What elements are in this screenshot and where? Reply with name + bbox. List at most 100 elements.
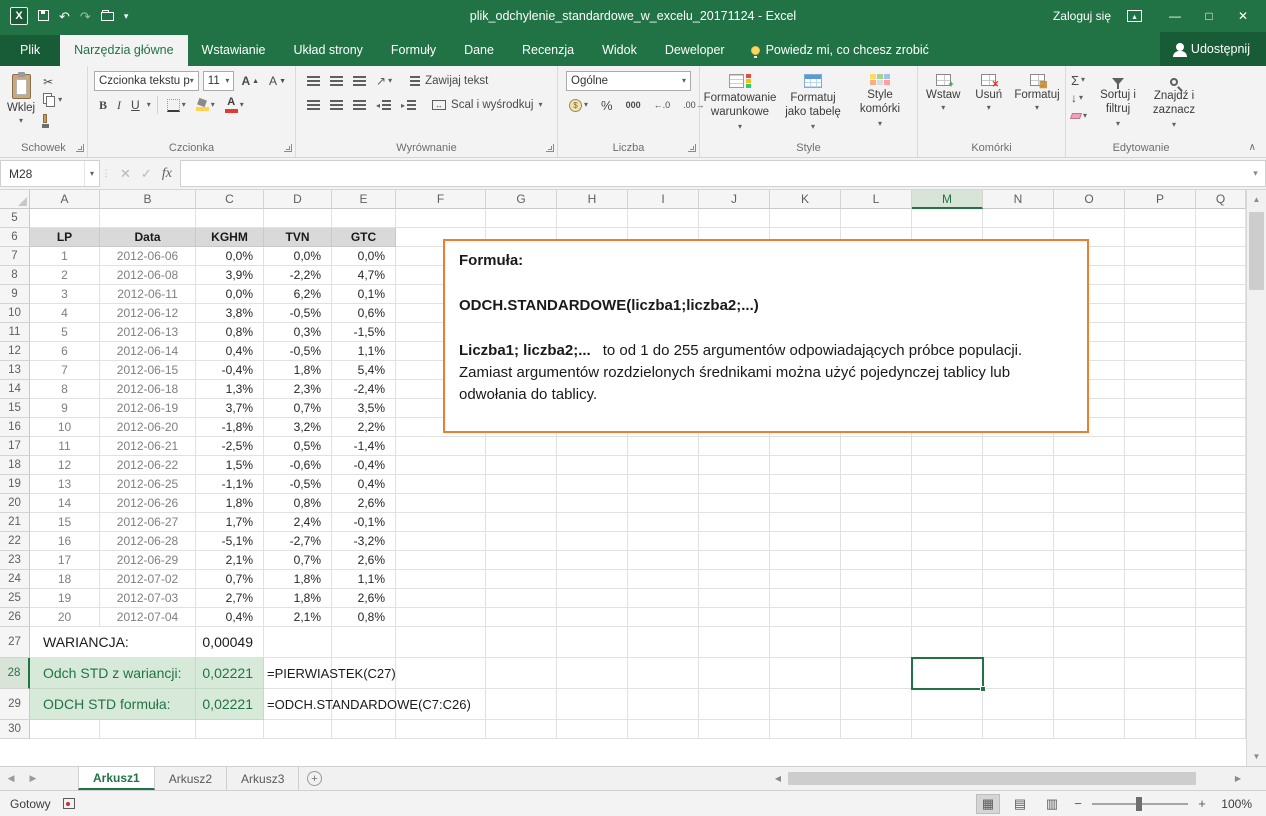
row-header-14[interactable]: 14 (0, 380, 30, 399)
cell-F24[interactable] (396, 570, 486, 589)
cell-M24[interactable] (912, 570, 983, 589)
cell-E5[interactable] (332, 209, 396, 228)
cell-B22[interactable]: 2012-06-28 (100, 532, 196, 551)
conditional-formatting-button[interactable]: Formatowanie warunkowe ▾ (702, 69, 778, 139)
customize-qat-button[interactable]: ▾ (124, 12, 129, 21)
cell-Q6[interactable] (1196, 228, 1246, 247)
cell-B12[interactable]: 2012-06-14 (100, 342, 196, 361)
cell-H5[interactable] (557, 209, 628, 228)
cell-E8[interactable]: 4,7% (332, 266, 396, 285)
cell-N23[interactable] (983, 551, 1054, 570)
cell-I26[interactable] (628, 608, 699, 627)
cell-M23[interactable] (912, 551, 983, 570)
decrease-indent-button[interactable]: ◂ (373, 96, 394, 114)
cell-L26[interactable] (841, 608, 912, 627)
confirm-entry-button[interactable]: ✓ (141, 166, 152, 182)
row-header-10[interactable]: 10 (0, 304, 30, 323)
cell-G27[interactable] (486, 627, 557, 658)
cell-I22[interactable] (628, 532, 699, 551)
cell-D19[interactable]: -0,5% (264, 475, 332, 494)
cell-D21[interactable]: 2,4% (264, 513, 332, 532)
cell-K19[interactable] (770, 475, 841, 494)
cell-A17[interactable]: 11 (30, 437, 100, 456)
cell-F5[interactable] (396, 209, 486, 228)
cell-G17[interactable] (486, 437, 557, 456)
horizontal-scrollbar[interactable]: ◀ ▶ (770, 770, 1246, 787)
autosum-button[interactable]: Σ▾ (1068, 71, 1090, 89)
cell-N26[interactable] (983, 608, 1054, 627)
cell-I25[interactable] (628, 589, 699, 608)
cell-P17[interactable] (1125, 437, 1196, 456)
cell-A5[interactable] (30, 209, 100, 228)
sheet-tab-arkusz2[interactable]: Arkusz2 (155, 767, 227, 790)
cell-D26[interactable]: 2,1% (264, 608, 332, 627)
cell-C29[interactable]: 0,02221 (196, 689, 264, 720)
sheet-nav-right[interactable]: ▶ (22, 767, 44, 790)
cell-K22[interactable] (770, 532, 841, 551)
cell-Q29[interactable] (1196, 689, 1246, 720)
merge-center-button[interactable]: ↔ Scal i wyśrodkuj ▾ (429, 96, 545, 114)
row-header-20[interactable]: 20 (0, 494, 30, 513)
cell-L21[interactable] (841, 513, 912, 532)
cell-M26[interactable] (912, 608, 983, 627)
column-header-A[interactable]: A (30, 190, 100, 209)
cell-H28[interactable] (557, 658, 628, 689)
cell-K23[interactable] (770, 551, 841, 570)
cell-P21[interactable] (1125, 513, 1196, 532)
cell-P14[interactable] (1125, 380, 1196, 399)
cell-P9[interactable] (1125, 285, 1196, 304)
cell-M19[interactable] (912, 475, 983, 494)
ribbon-tab-widok[interactable]: Widok (588, 35, 651, 66)
cell-M22[interactable] (912, 532, 983, 551)
percent-style-button[interactable]: % (598, 96, 616, 114)
cell-N5[interactable] (983, 209, 1054, 228)
cell-G24[interactable] (486, 570, 557, 589)
cell-L30[interactable] (841, 720, 912, 739)
cell-P13[interactable] (1125, 361, 1196, 380)
cell-L19[interactable] (841, 475, 912, 494)
column-header-O[interactable]: O (1054, 190, 1125, 209)
cell-E25[interactable]: 2,6% (332, 589, 396, 608)
cell-B10[interactable]: 2012-06-12 (100, 304, 196, 323)
cell-I19[interactable] (628, 475, 699, 494)
find-select-button[interactable]: Znajdź i zaznacz ▾ (1146, 69, 1202, 139)
cell-I30[interactable] (628, 720, 699, 739)
cell-H29[interactable] (557, 689, 628, 720)
cell-A11[interactable]: 5 (30, 323, 100, 342)
cell-N29[interactable] (983, 689, 1054, 720)
cell-L20[interactable] (841, 494, 912, 513)
cell-I5[interactable] (628, 209, 699, 228)
cell-D8[interactable]: -2,2% (264, 266, 332, 285)
cell-C16[interactable]: -1,8% (196, 418, 264, 437)
cell-A15[interactable]: 9 (30, 399, 100, 418)
cell-M25[interactable] (912, 589, 983, 608)
cell-N19[interactable] (983, 475, 1054, 494)
undo-button[interactable]: ↶ (59, 10, 70, 23)
cell-J19[interactable] (699, 475, 770, 494)
cell-P29[interactable] (1125, 689, 1196, 720)
cell-G25[interactable] (486, 589, 557, 608)
cell-P19[interactable] (1125, 475, 1196, 494)
cell-C26[interactable]: 0,4% (196, 608, 264, 627)
cell-P25[interactable] (1125, 589, 1196, 608)
header-cell-LP[interactable]: LP (30, 228, 100, 247)
align-top-button[interactable] (304, 72, 323, 90)
cell-C9[interactable]: 0,0% (196, 285, 264, 304)
cell-D11[interactable]: 0,3% (264, 323, 332, 342)
cell-O18[interactable] (1054, 456, 1125, 475)
cell-Q11[interactable] (1196, 323, 1246, 342)
cell-L24[interactable] (841, 570, 912, 589)
cell-A30[interactable] (30, 720, 100, 739)
row-header-13[interactable]: 13 (0, 361, 30, 380)
cell-C8[interactable]: 3,9% (196, 266, 264, 285)
cell-O21[interactable] (1054, 513, 1125, 532)
cell-D24[interactable]: 1,8% (264, 570, 332, 589)
cell-P10[interactable] (1125, 304, 1196, 323)
cell-C22[interactable]: -5,1% (196, 532, 264, 551)
cell-B21[interactable]: 2012-06-27 (100, 513, 196, 532)
record-macro-icon[interactable] (63, 798, 75, 809)
cell-G21[interactable] (486, 513, 557, 532)
sheet-tab-arkusz3[interactable]: Arkusz3 (227, 767, 299, 790)
cell-F18[interactable] (396, 456, 486, 475)
tell-me-box[interactable]: Powiedz mi, co chcesz zrobić (739, 35, 941, 66)
